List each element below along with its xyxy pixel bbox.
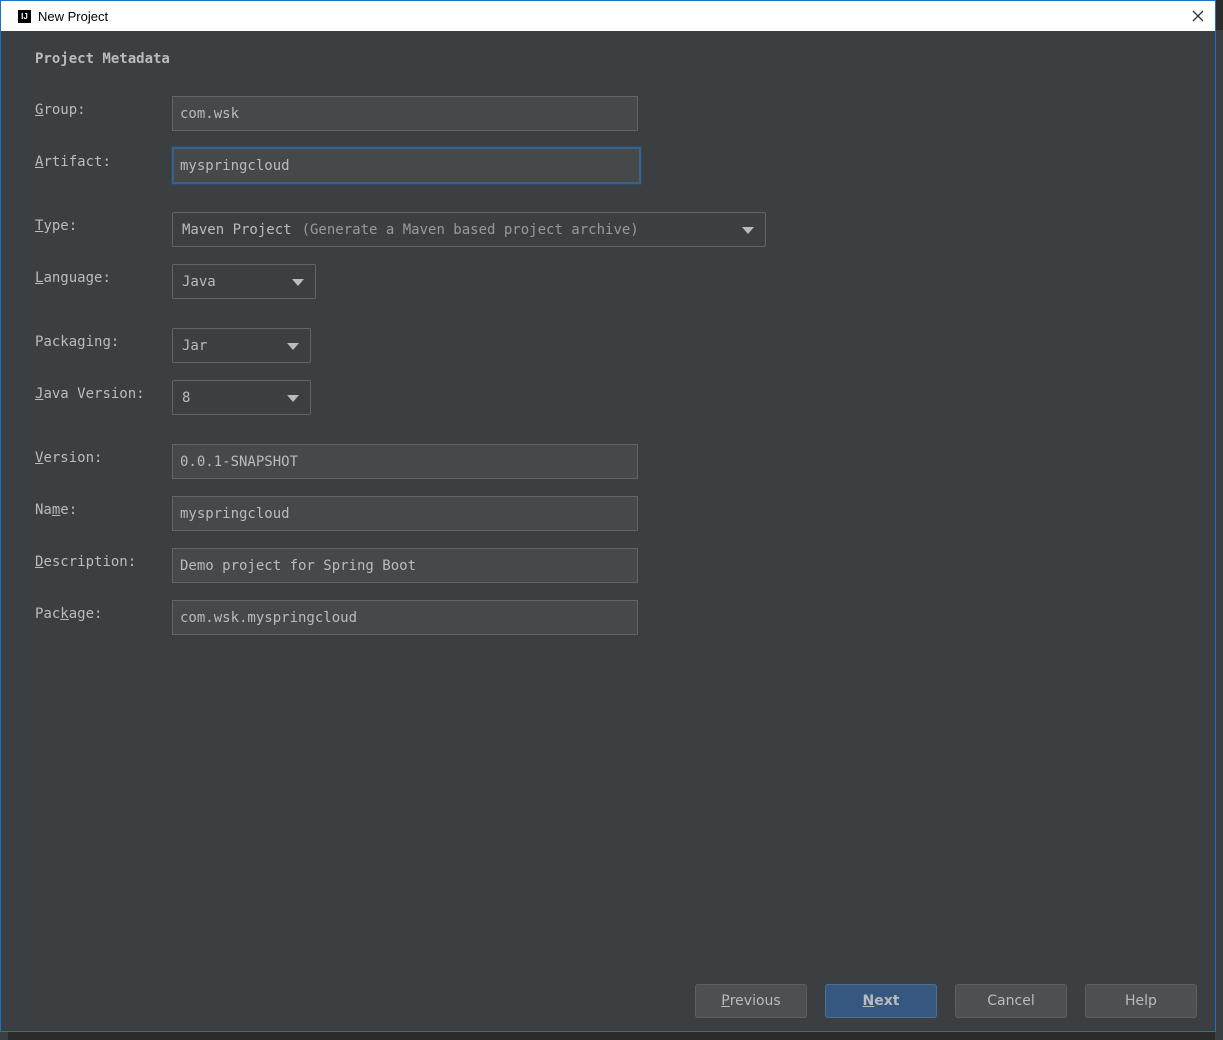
close-icon [1192, 10, 1204, 22]
package-label: Package: [35, 606, 103, 622]
version-input[interactable] [172, 444, 638, 479]
package-input[interactable] [172, 600, 638, 635]
dialog-content: Project Metadata Group: Artifact: Type: … [8, 31, 1215, 1031]
section-title: Project Metadata [35, 51, 170, 67]
packaging-label: Packaging: [35, 334, 120, 350]
java-version-select-value: 8 [182, 389, 191, 406]
type-select-hint: (Generate a Maven based project archive) [301, 221, 639, 238]
language-select[interactable]: Java [172, 264, 316, 299]
type-select-value: Maven Project [182, 221, 292, 238]
java-version-label: Java Version: [35, 386, 145, 402]
type-label: Type: [35, 218, 78, 234]
java-version-select[interactable]: 8 [172, 380, 311, 415]
artifact-input[interactable] [172, 147, 641, 184]
artifact-label: Artifact: [35, 154, 111, 170]
new-project-dialog: IJ New Project Project Metadata Group: A… [0, 0, 1216, 1032]
group-input[interactable] [172, 96, 638, 131]
description-label: Description: [35, 554, 137, 570]
name-label: Name: [35, 502, 78, 518]
chevron-down-icon [292, 279, 304, 286]
cancel-button[interactable]: Cancel [955, 984, 1067, 1018]
version-label: Version: [35, 450, 103, 466]
next-button[interactable]: Next [825, 984, 937, 1018]
window-title: New Project [38, 8, 109, 24]
group-label: Group: [35, 102, 86, 118]
intellij-logo-icon: IJ [18, 9, 31, 23]
help-button[interactable]: Help [1085, 984, 1197, 1018]
packaging-select[interactable]: Jar [172, 328, 311, 363]
title-bar: IJ New Project [1, 1, 1215, 31]
chevron-down-icon [287, 343, 299, 350]
language-select-value: Java [182, 273, 216, 290]
previous-button[interactable]: Previous [695, 984, 807, 1018]
description-input[interactable] [172, 548, 638, 583]
language-label: Language: [35, 270, 111, 286]
type-select[interactable]: Maven Project (Generate a Maven based pr… [172, 212, 766, 247]
chevron-down-icon [287, 395, 299, 402]
name-input[interactable] [172, 496, 638, 531]
packaging-select-value: Jar [182, 337, 208, 354]
background-ide-strip-right [1215, 30, 1223, 1040]
close-button[interactable] [1183, 1, 1213, 31]
chevron-down-icon [742, 227, 754, 234]
